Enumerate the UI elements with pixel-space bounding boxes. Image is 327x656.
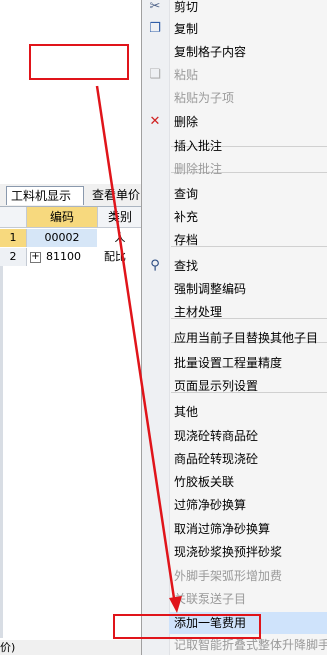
annotation-arrow [95,85,182,613]
